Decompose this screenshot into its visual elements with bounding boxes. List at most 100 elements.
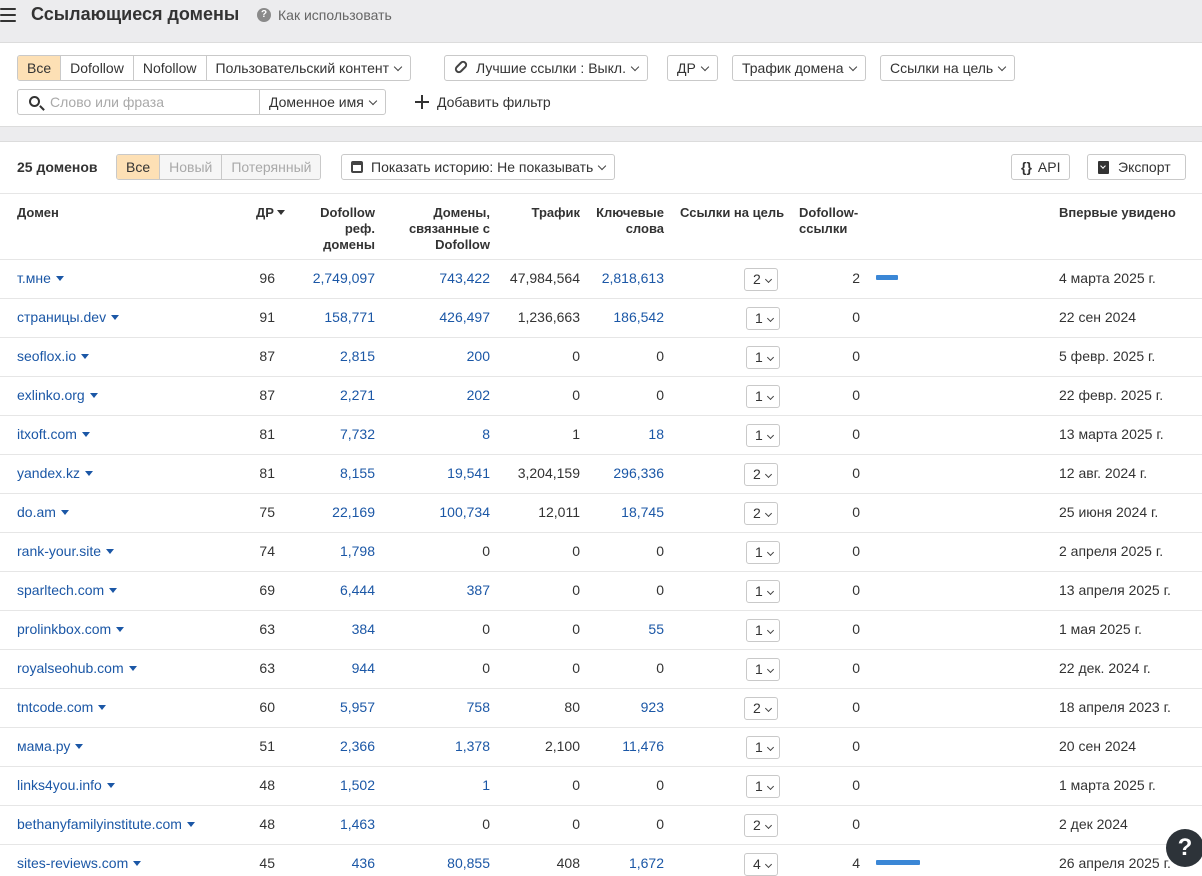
linked-domains-value[interactable]: 100,734 (439, 504, 490, 520)
caret-down-icon[interactable] (60, 510, 69, 515)
linked-domains-value[interactable]: 8 (482, 426, 490, 442)
domain-link[interactable]: yandex.kz (17, 465, 94, 481)
caret-down-icon[interactable] (81, 432, 90, 437)
links-to-target-select[interactable]: 1 (746, 346, 780, 369)
keywords-value[interactable]: 923 (641, 699, 664, 715)
caret-down-icon[interactable] (106, 549, 115, 554)
dofollow-ref-value[interactable]: 1,463 (340, 816, 375, 832)
dofollow-ref-value[interactable]: 1,502 (340, 777, 375, 793)
dofollow-ref-value[interactable]: 7,732 (340, 426, 375, 442)
caret-down-icon[interactable] (111, 315, 120, 320)
domain-link[interactable]: т.мне (17, 270, 64, 286)
caret-down-icon[interactable] (106, 783, 115, 788)
linked-domains-value[interactable]: 387 (467, 582, 490, 598)
domain-link[interactable]: itxoft.com (17, 426, 90, 442)
domain-link[interactable]: seoflox.io (17, 348, 90, 364)
dofollow-ref-value[interactable]: 1,798 (340, 543, 375, 559)
links-to-target-select[interactable]: 1 (746, 580, 780, 603)
links-to-target-select[interactable]: 2 (744, 697, 778, 720)
domain-link[interactable]: tntcode.com (17, 699, 107, 715)
linked-domains-value[interactable]: 743,422 (439, 270, 490, 286)
caret-down-icon[interactable] (116, 627, 125, 632)
links-to-target-select[interactable]: 2 (744, 463, 778, 486)
links-to-target-select[interactable]: 1 (746, 424, 780, 447)
keywords-value[interactable]: 2,818,613 (602, 270, 664, 286)
domain-link[interactable]: do.am (17, 504, 69, 520)
how-to-use-link[interactable]: Как использовать (278, 7, 392, 23)
caret-down-icon[interactable] (85, 471, 94, 476)
col-traffic[interactable]: Трафик (532, 205, 581, 221)
caret-down-icon[interactable] (128, 666, 137, 671)
keywords-value[interactable]: 18,745 (621, 504, 664, 520)
col-dofollow-ref[interactable]: Dofollow реф. домены (320, 205, 375, 253)
help-icon[interactable]: ? (257, 8, 271, 22)
search-input[interactable] (50, 94, 250, 110)
keywords-value[interactable]: 18 (648, 426, 664, 442)
linked-domains-value[interactable]: 1,378 (455, 738, 490, 754)
filter-dofollow[interactable]: Dofollow (61, 56, 134, 80)
links-to-target-select[interactable]: 1 (746, 775, 780, 798)
linked-domains-value[interactable]: 19,541 (447, 465, 490, 481)
links-to-target-select[interactable]: 1 (746, 541, 780, 564)
caret-down-icon[interactable] (89, 393, 98, 398)
linked-domains-value[interactable]: 1 (482, 777, 490, 793)
search-scope-dropdown[interactable]: Доменное имя (259, 89, 386, 115)
col-domain[interactable]: Домен (17, 205, 59, 221)
domain-link[interactable]: мама.ру (17, 738, 84, 754)
domain-traffic-dropdown[interactable]: Трафик домена (732, 55, 866, 81)
domain-link[interactable]: prolinkbox.com (17, 621, 125, 637)
col-linked-domains[interactable]: Домены, связанные с Dofollow (409, 205, 490, 253)
linked-domains-value[interactable]: 80,855 (447, 855, 490, 871)
links-to-target-select[interactable]: 2 (744, 814, 778, 837)
domain-link[interactable]: royalseohub.com (17, 660, 137, 676)
filter-ugc-dropdown[interactable]: Пользовательский контент (207, 56, 410, 80)
domain-link[interactable]: rank-your.site (17, 543, 115, 559)
links-to-target-select[interactable]: 2 (744, 268, 778, 291)
domain-link[interactable]: bethanyfamilyinstitute.com (17, 816, 195, 832)
add-filter-button[interactable]: Добавить фильтр (437, 94, 551, 110)
plus-icon[interactable] (415, 95, 429, 109)
dofollow-ref-value[interactable]: 8,155 (340, 465, 375, 481)
domain-link[interactable]: sites-reviews.com (17, 855, 142, 871)
links-to-target-select[interactable]: 4 (744, 853, 778, 876)
col-keywords[interactable]: Ключевые слова (596, 205, 664, 237)
linked-domains-value[interactable]: 758 (467, 699, 490, 715)
caret-down-icon[interactable] (75, 744, 84, 749)
dofollow-ref-value[interactable]: 384 (352, 621, 375, 637)
keywords-value[interactable]: 186,542 (613, 309, 664, 325)
dofollow-ref-value[interactable]: 2,271 (340, 387, 375, 403)
dr-dropdown[interactable]: ДР (667, 55, 718, 81)
domain-link[interactable]: страницы.dev (17, 309, 120, 325)
keywords-value[interactable]: 55 (648, 621, 664, 637)
keywords-value[interactable]: 296,336 (613, 465, 664, 481)
filter-all[interactable]: Все (18, 56, 62, 80)
links-to-target-select[interactable]: 1 (746, 658, 780, 681)
caret-down-icon[interactable] (81, 354, 90, 359)
dofollow-ref-value[interactable]: 2,749,097 (313, 270, 375, 286)
col-links-to-target[interactable]: Ссылки на цель (680, 205, 784, 221)
state-new[interactable]: Новый (160, 155, 223, 179)
caret-down-icon[interactable] (109, 588, 118, 593)
caret-down-icon[interactable] (98, 705, 107, 710)
caret-down-icon[interactable] (186, 822, 195, 827)
export-button[interactable]: Экспорт (1087, 154, 1186, 180)
history-dropdown[interactable]: Показать историю: Не показывать (341, 154, 616, 180)
dofollow-ref-value[interactable]: 22,169 (332, 504, 375, 520)
linked-domains-value[interactable]: 426,497 (439, 309, 490, 325)
col-dofollow-links[interactable]: Dofollow- ссылки (799, 205, 858, 237)
links-to-target-select[interactable]: 1 (746, 307, 780, 330)
state-lost[interactable]: Потерянный (222, 155, 321, 179)
api-button[interactable]: {} API (1011, 154, 1071, 180)
help-chat-button[interactable]: ? (1166, 829, 1202, 867)
col-first-seen[interactable]: Впервые увидено (1059, 205, 1176, 221)
keywords-value[interactable]: 1,672 (629, 855, 664, 871)
dofollow-ref-value[interactable]: 436 (352, 855, 375, 871)
dofollow-ref-value[interactable]: 944 (352, 660, 375, 676)
dofollow-ref-value[interactable]: 6,444 (340, 582, 375, 598)
linked-domains-value[interactable]: 202 (467, 387, 490, 403)
dofollow-ref-value[interactable]: 2,815 (340, 348, 375, 364)
dofollow-ref-value[interactable]: 158,771 (324, 309, 375, 325)
state-all[interactable]: Все (117, 155, 161, 179)
links-to-target-dropdown[interactable]: Ссылки на цель (880, 55, 1016, 81)
caret-down-icon[interactable] (133, 861, 142, 866)
